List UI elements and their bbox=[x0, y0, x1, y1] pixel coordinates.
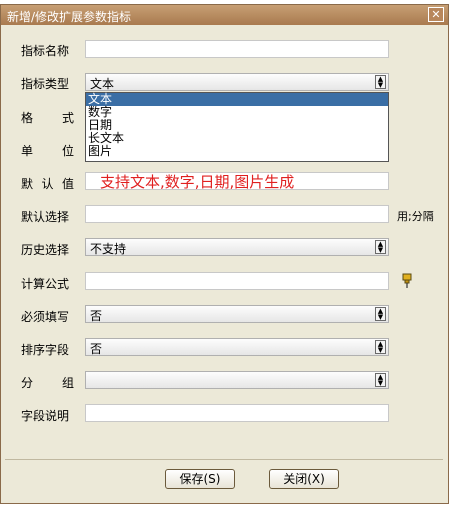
description-input[interactable] bbox=[85, 404, 389, 422]
default-choice-input[interactable] bbox=[85, 205, 389, 223]
sort-field-select-value: 否 bbox=[90, 342, 103, 356]
button-bar: 保存(S) 关闭(X) bbox=[5, 459, 443, 499]
chevron-down-icon[interactable]: ▲ ▼ bbox=[375, 240, 386, 254]
chevron-down-icon[interactable]: ▲ ▼ bbox=[375, 373, 386, 387]
label-default-value: 默 认 值 bbox=[21, 175, 74, 192]
label-format: 格 式 bbox=[21, 109, 74, 126]
label-group-a: 分 bbox=[21, 376, 34, 390]
label-formula: 计算公式 bbox=[21, 277, 70, 291]
close-button[interactable]: 关闭(X) bbox=[269, 469, 339, 489]
dialog-window: 新增/修改扩展参数指标 ✕ 指标名称 指标类型 文本 ▲ ▼ 文本 数字 日期 长… bbox=[0, 4, 449, 504]
close-icon[interactable]: ✕ bbox=[428, 7, 444, 22]
label-unit: 单 位 bbox=[21, 142, 74, 159]
label-description: 字段说明 bbox=[21, 409, 70, 423]
label-sort-field: 排序字段 bbox=[21, 343, 70, 357]
type-option[interactable]: 日期 bbox=[86, 119, 388, 132]
chevron-down-icon[interactable]: ▲ ▼ bbox=[375, 75, 386, 89]
label-group: 分 组 bbox=[21, 374, 74, 391]
title-bar: 新增/修改扩展参数指标 ✕ bbox=[1, 5, 448, 25]
type-dropdown-list: 文本 数字 日期 长文本 图片 bbox=[85, 92, 389, 162]
sort-field-select[interactable]: 否 ▲ ▼ bbox=[85, 338, 389, 356]
history-select-value: 不支持 bbox=[90, 242, 127, 256]
chevron-down-icon[interactable]: ▲ ▼ bbox=[375, 340, 386, 354]
type-select-value: 文本 bbox=[90, 77, 115, 91]
label-required: 必须填写 bbox=[21, 310, 70, 324]
label-name: 指标名称 bbox=[21, 44, 70, 58]
required-select-value: 否 bbox=[90, 309, 103, 323]
type-option[interactable]: 文本 bbox=[86, 93, 388, 106]
formula-input[interactable] bbox=[85, 272, 389, 290]
chevron-down-icon[interactable]: ▲ ▼ bbox=[375, 307, 386, 321]
group-select[interactable]: ▲ ▼ bbox=[85, 371, 389, 389]
label-unit-b: 位 bbox=[61, 144, 74, 158]
label-unit-a: 单 bbox=[21, 144, 34, 158]
type-select[interactable]: 文本 ▲ ▼ bbox=[85, 73, 389, 91]
save-button[interactable]: 保存(S) bbox=[165, 469, 235, 489]
separator-hint: 用;分隔 bbox=[397, 210, 434, 223]
type-option[interactable]: 长文本 bbox=[86, 132, 388, 145]
type-option[interactable]: 图片 bbox=[86, 145, 388, 158]
label-type: 指标类型 bbox=[21, 77, 70, 91]
label-default-choice: 默认选择 bbox=[21, 210, 70, 224]
label-format-a: 格 bbox=[21, 111, 34, 125]
label-default-a: 默 bbox=[21, 177, 34, 191]
label-group-b: 组 bbox=[61, 376, 74, 390]
annotation-text: 支持文本,数字,日期,图片生成 bbox=[100, 173, 295, 191]
label-default-b: 认 bbox=[41, 177, 54, 191]
required-select[interactable]: 否 ▲ ▼ bbox=[85, 305, 389, 323]
window-title: 新增/修改扩展参数指标 bbox=[7, 10, 132, 24]
type-option[interactable]: 数字 bbox=[86, 106, 388, 119]
pin-icon[interactable] bbox=[401, 273, 413, 289]
label-default-c: 值 bbox=[61, 177, 74, 191]
label-format-b: 式 bbox=[61, 111, 74, 125]
history-select[interactable]: 不支持 ▲ ▼ bbox=[85, 238, 389, 256]
label-history: 历史选择 bbox=[21, 243, 70, 257]
name-input[interactable] bbox=[85, 40, 389, 58]
